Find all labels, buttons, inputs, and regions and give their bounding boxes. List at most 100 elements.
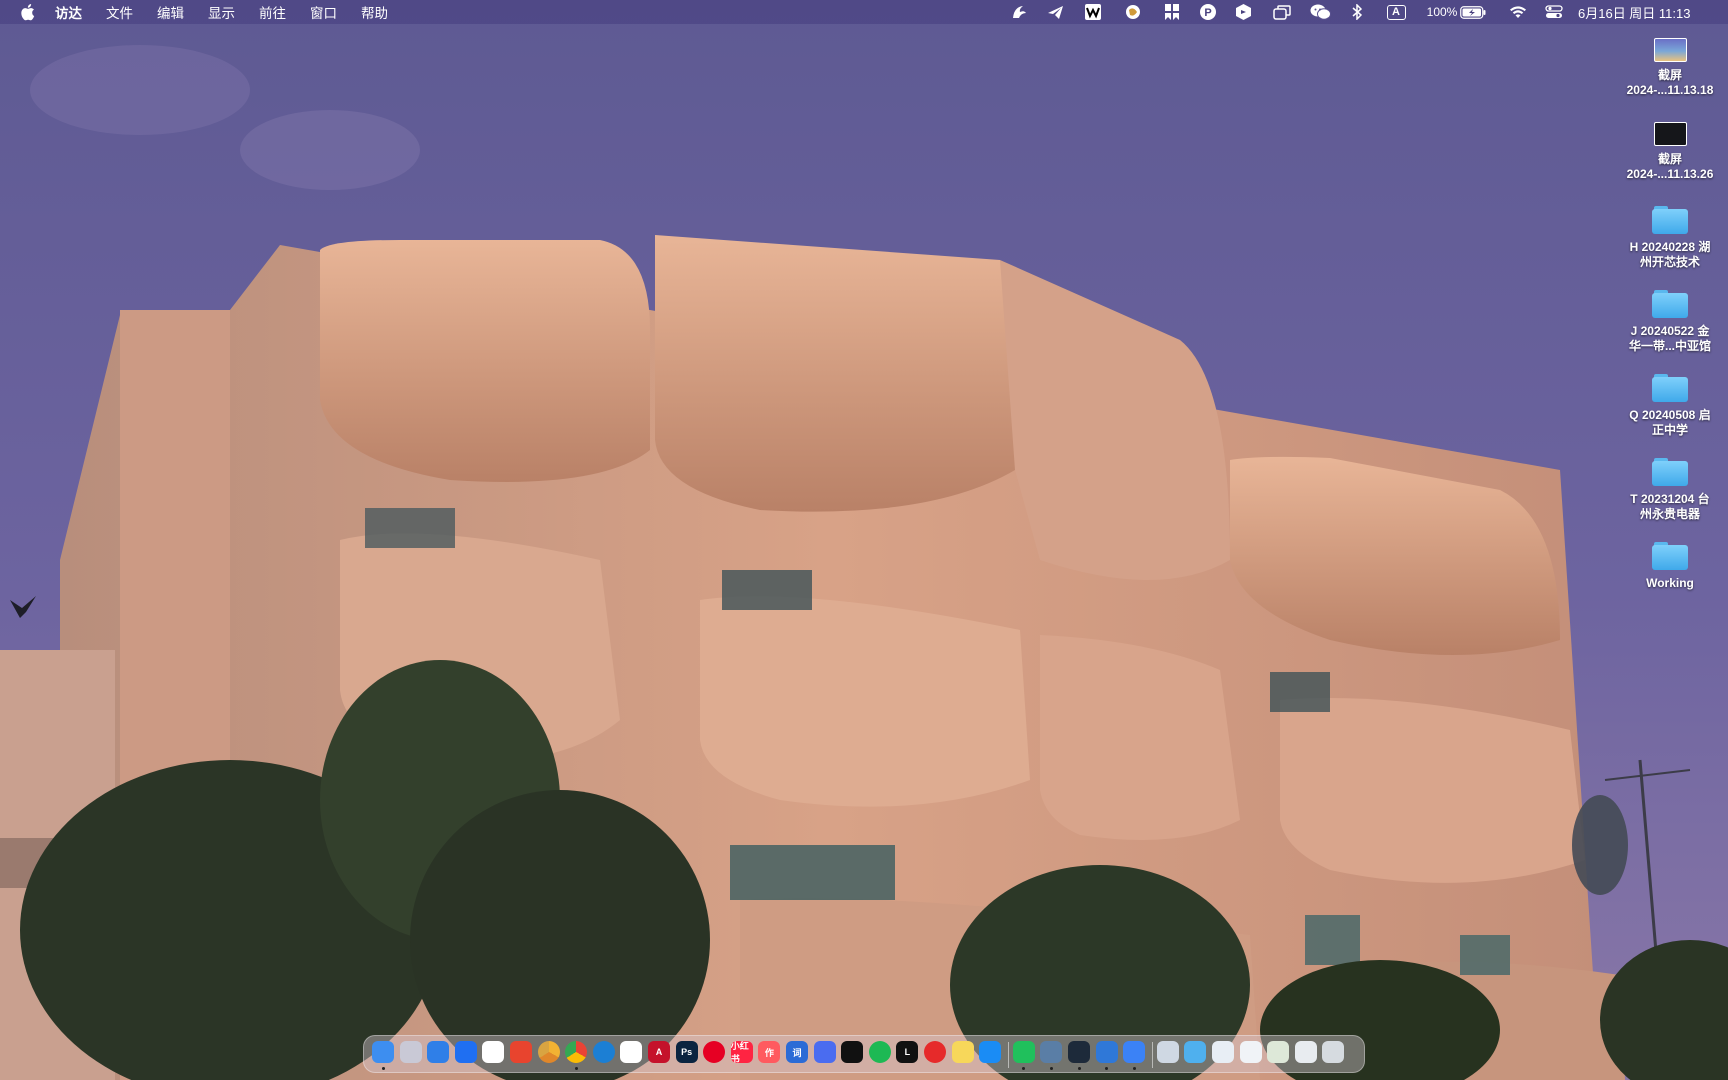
desktop-folder[interactable]: Q 20240508 启 正中学 [1615, 374, 1725, 438]
wps-icon[interactable] [482, 1041, 505, 1063]
preview-icon[interactable] [1040, 1041, 1063, 1063]
screenshot-thumbnail-icon [1653, 122, 1687, 146]
folder-icon [1652, 290, 1688, 318]
menubar-clock[interactable]: 6月16日 周日 11:13 [1578, 4, 1718, 21]
finder-icon[interactable] [372, 1041, 394, 1063]
desktop-folder[interactable]: J 20240522 金 华一带...中亚馆 [1615, 290, 1725, 354]
menu-go[interactable]: 前往 [259, 2, 286, 22]
menu-view[interactable]: 显示 [208, 2, 235, 22]
pinterest-icon[interactable] [703, 1041, 726, 1063]
input-source-icon[interactable]: A [1385, 4, 1407, 20]
desktop-item-label: 截屏 2024-...11.13.18 [1626, 68, 1714, 97]
wps-icon[interactable] [1084, 4, 1102, 20]
bookmark-grid-icon[interactable] [1163, 4, 1181, 20]
safari-icon[interactable] [427, 1041, 450, 1063]
photoshop-glyph: Ps [681, 1047, 693, 1057]
screenshot-thumbnail-icon [1653, 38, 1687, 62]
input-source-label: A [1386, 4, 1406, 20]
trash-icon[interactable] [1322, 1041, 1345, 1063]
wifi-icon[interactable] [1508, 4, 1528, 20]
running-indicator [381, 1067, 385, 1070]
apple-menu-icon[interactable] [19, 3, 35, 21]
menu-edit[interactable]: 编辑 [157, 2, 184, 22]
bluetooth-icon[interactable] [1350, 4, 1364, 20]
desktop-item-label: Q 20240508 启 正中学 [1629, 408, 1711, 437]
desktop-item-label: J 20240522 金 华一带...中亚馆 [1628, 324, 1711, 353]
desktop-folder[interactable]: H 20240228 湖 州开芯技术 [1615, 206, 1725, 270]
folder-icon [1652, 542, 1688, 570]
xiaohongshu-icon[interactable]: 小红书 [730, 1041, 753, 1063]
p-badge-icon[interactable]: P [1199, 4, 1217, 20]
chrome-canary-icon[interactable] [537, 1041, 560, 1063]
stack-folder-icon[interactable] [1156, 1041, 1179, 1063]
running-indicator [1132, 1067, 1136, 1070]
desktop-item-label: Working [1646, 576, 1694, 590]
vpn-globe-icon[interactable] [1124, 4, 1142, 20]
paper-plane-icon[interactable] [1046, 4, 1064, 20]
running-indicator [574, 1067, 578, 1070]
desktop-folder[interactable]: T 20231204 台 州永贵电器 [1615, 458, 1725, 522]
notes-icon[interactable] [951, 1041, 974, 1063]
xiaohongshu-glyph: 小红书 [730, 1041, 749, 1063]
folder-icon [1652, 374, 1688, 402]
window-stack-icon[interactable] [1272, 4, 1292, 20]
edge-icon[interactable] [592, 1041, 615, 1063]
battery-icon[interactable] [1460, 4, 1486, 20]
dock: A Ps 小红书 作 词 L [363, 1035, 1365, 1073]
wechat-icon[interactable] [1309, 4, 1331, 20]
dock-separator [1007, 1042, 1009, 1068]
desktop-screenshot-file[interactable]: 截屏 2024-...11.13.26 [1615, 122, 1725, 182]
svg-text:P: P [1204, 7, 1211, 19]
cloud-icon[interactable] [1095, 1041, 1118, 1063]
zuo-glyph: 作 [764, 1047, 774, 1058]
cube-icon[interactable] [1068, 1041, 1090, 1063]
spotify-icon[interactable] [868, 1041, 891, 1063]
netease-music-icon[interactable] [924, 1041, 946, 1063]
running-indicator [1049, 1067, 1053, 1070]
chrome-icon[interactable] [565, 1041, 588, 1063]
arc-icon[interactable] [1010, 4, 1028, 20]
launchpad-icon[interactable] [399, 1041, 422, 1063]
zuo-icon[interactable]: 作 [758, 1041, 781, 1063]
menu-bar: 访达 文件 编辑 显示 前往 窗口 帮助 P A 100% 6月16日 周日 1… [0, 0, 1728, 24]
desktop-wallpaper [0, 0, 1728, 1080]
folder-icon [1652, 206, 1688, 234]
acrobat-icon[interactable]: A [648, 1041, 670, 1063]
running-indicator [1077, 1067, 1081, 1070]
stack-keynote-icon[interactable] [1212, 1041, 1234, 1063]
l-glyph: L [904, 1047, 911, 1057]
l-icon[interactable]: L [896, 1041, 919, 1063]
stack-docs-icon[interactable] [1239, 1041, 1262, 1063]
lark-icon[interactable] [454, 1041, 477, 1063]
running-indicator [1105, 1067, 1109, 1070]
dock-separator [1151, 1042, 1153, 1068]
photoshop-icon[interactable]: Ps [675, 1041, 698, 1063]
chatgpt-icon[interactable] [620, 1041, 643, 1063]
desktop-item-label: 截屏 2024-...11.13.26 [1626, 152, 1714, 181]
dict-icon[interactable]: 词 [786, 1041, 808, 1063]
menu-file[interactable]: 文件 [106, 2, 133, 22]
menu-finder[interactable]: 访达 [55, 2, 82, 22]
menu-window[interactable]: 窗口 [310, 2, 337, 22]
alien-icon[interactable] [813, 1041, 836, 1063]
stack-images-icon[interactable] [1267, 1041, 1290, 1063]
wechat-icon[interactable] [1012, 1041, 1035, 1063]
downloads-folder-icon[interactable] [1184, 1041, 1207, 1063]
desktop-item-label: H 20240228 湖 州开芯技术 [1629, 240, 1711, 269]
control-center-icon[interactable] [1544, 4, 1564, 20]
dict-glyph: 词 [792, 1047, 802, 1058]
cube-icon[interactable] [1234, 4, 1252, 20]
app-store-icon[interactable] [979, 1041, 1002, 1063]
folder-icon [1652, 458, 1688, 486]
menu-help[interactable]: 帮助 [361, 2, 388, 22]
stack-files-icon[interactable] [1294, 1041, 1317, 1063]
running-indicator [1022, 1067, 1026, 1070]
battery-percent: 100% [1426, 5, 1458, 19]
desktop-screenshot-file[interactable]: 截屏 2024-...11.13.18 [1615, 38, 1725, 98]
desktop-folder[interactable]: Working [1615, 542, 1725, 591]
browser-icon[interactable] [1123, 1041, 1146, 1063]
xmind-icon[interactable] [510, 1041, 532, 1063]
acrobat-glyph: A [655, 1047, 663, 1057]
desktop-item-label: T 20231204 台 州永贵电器 [1630, 492, 1710, 521]
tiktok-icon[interactable] [841, 1041, 864, 1063]
